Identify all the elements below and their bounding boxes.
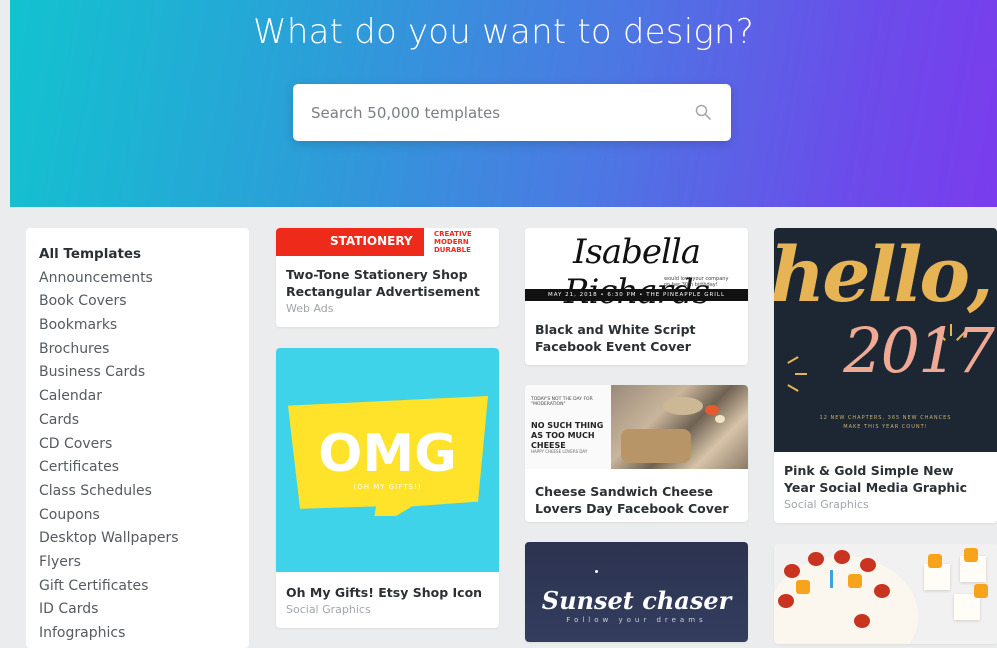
thumb-subtext: CREATIVE MODERN DURABLE: [434, 230, 472, 254]
thumb-text-line1: TODAY'S NOT THE DAY FOR "MODERATION": [531, 397, 593, 407]
card-title[interactable]: Black and White Script Facebook Event Co…: [525, 315, 748, 355]
template-thumbnail[interactable]: [774, 544, 997, 644]
sidebar-item-desktop-wallpapers[interactable]: Desktop Wallpapers: [39, 527, 249, 551]
sidebar-item-id-cards[interactable]: ID Cards: [39, 598, 249, 622]
template-card-hello-2017[interactable]: hello, 2017 12 NEW CHAPTERS, 365 NEW CHA…: [774, 228, 997, 523]
thumb-band: MAY 21, 2018 • 6:30 PM • THE PINEAPPLE G…: [525, 289, 748, 301]
template-card-omg[interactable]: OMG (OH MY GIFTS!) Oh My Gifts! Etsy Sho…: [276, 348, 499, 628]
template-card-sunset[interactable]: Sunset chaser Follow your dreams: [525, 542, 748, 642]
category-sidebar: All Templates Announcements Book Covers …: [26, 228, 249, 648]
sidebar-item-cards[interactable]: Cards: [39, 409, 249, 433]
search-input[interactable]: [311, 84, 681, 141]
sidebar-item-certificates[interactable]: Certificates: [39, 456, 249, 480]
template-thumbnail[interactable]: Isabella Richards would love your compan…: [525, 228, 748, 315]
hero-banner: What do you want to design?: [10, 0, 997, 207]
sidebar-item-flyers[interactable]: Flyers: [39, 551, 249, 575]
sidebar-item-calendar[interactable]: Calendar: [39, 385, 249, 409]
sidebar-item-gift-certificates[interactable]: Gift Certificates: [39, 575, 249, 599]
template-card-stationery[interactable]: STATIONERY CREATIVE MODERN DURABLE Two-T…: [276, 228, 499, 327]
template-card-cheese[interactable]: TODAY'S NOT THE DAY FOR "MODERATION" NO …: [525, 385, 748, 522]
sidebar-item-cd-covers[interactable]: CD Covers: [39, 433, 249, 457]
thumb-year: 2017: [843, 314, 995, 387]
sidebar-item-class-schedules[interactable]: Class Schedules: [39, 480, 249, 504]
thumb-text: Sunset chaser: [541, 586, 732, 615]
star-decoration: [595, 570, 598, 573]
template-thumbnail[interactable]: TODAY'S NOT THE DAY FOR "MODERATION" NO …: [525, 385, 748, 469]
template-thumbnail[interactable]: Sunset chaser Follow your dreams: [525, 542, 748, 642]
sidebar-item-coupons[interactable]: Coupons: [39, 504, 249, 528]
search-box[interactable]: [293, 84, 731, 141]
card-title[interactable]: Cheese Sandwich Cheese Lovers Day Facebo…: [525, 469, 748, 517]
sidebar-item-brochures[interactable]: Brochures: [39, 338, 249, 362]
thumb-text-line2: NO SUCH THING AS TOO MUCH CHEESE: [531, 421, 604, 450]
template-thumbnail[interactable]: hello, 2017 12 NEW CHAPTERS, 365 NEW CHA…: [774, 228, 997, 452]
card-title[interactable]: Pink & Gold Simple New Year Social Media…: [774, 452, 997, 496]
template-thumbnail[interactable]: STATIONERY CREATIVE MODERN DURABLE: [276, 228, 499, 256]
thumb-subtext: (OH MY GIFTS!): [353, 483, 422, 491]
sidebar-item-all-templates[interactable]: All Templates: [39, 243, 249, 267]
thumb-small-text: would love your company on her 30th birt…: [664, 276, 729, 288]
candle-icon: [830, 570, 833, 588]
template-card-cake[interactable]: [774, 544, 997, 644]
sidebar-item-book-covers[interactable]: Book Covers: [39, 290, 249, 314]
card-title[interactable]: Oh My Gifts! Etsy Shop Icon: [276, 572, 499, 601]
thumb-text: hello,: [774, 230, 994, 319]
card-category: Social Graphics: [784, 498, 869, 511]
thumb-text: OMG: [318, 424, 457, 484]
thumb-subtext: Follow your dreams: [566, 616, 707, 624]
thumb-text: STATIONERY: [330, 234, 413, 248]
card-title[interactable]: Two-Tone Stationery Shop Rectangular Adv…: [276, 256, 499, 300]
sidebar-item-business-cards[interactable]: Business Cards: [39, 361, 249, 385]
thumb-text-line3: HAPPY CHEESE LOVERS DAY: [531, 449, 588, 454]
search-icon[interactable]: [695, 104, 711, 120]
card-category: Web Ads: [286, 302, 334, 315]
sidebar-item-announcements[interactable]: Announcements: [39, 267, 249, 291]
thumb-small-text: 12 NEW CHAPTERS, 365 NEW CHANCES MAKE TH…: [819, 415, 952, 430]
template-card-isabella[interactable]: Isabella Richards would love your compan…: [525, 228, 748, 365]
sidebar-item-bookmarks[interactable]: Bookmarks: [39, 314, 249, 338]
template-thumbnail[interactable]: OMG (OH MY GIFTS!): [276, 348, 499, 572]
sandwich-photo: [611, 385, 748, 469]
card-category: Social Graphics: [286, 603, 371, 616]
page-title: What do you want to design?: [253, 12, 754, 52]
